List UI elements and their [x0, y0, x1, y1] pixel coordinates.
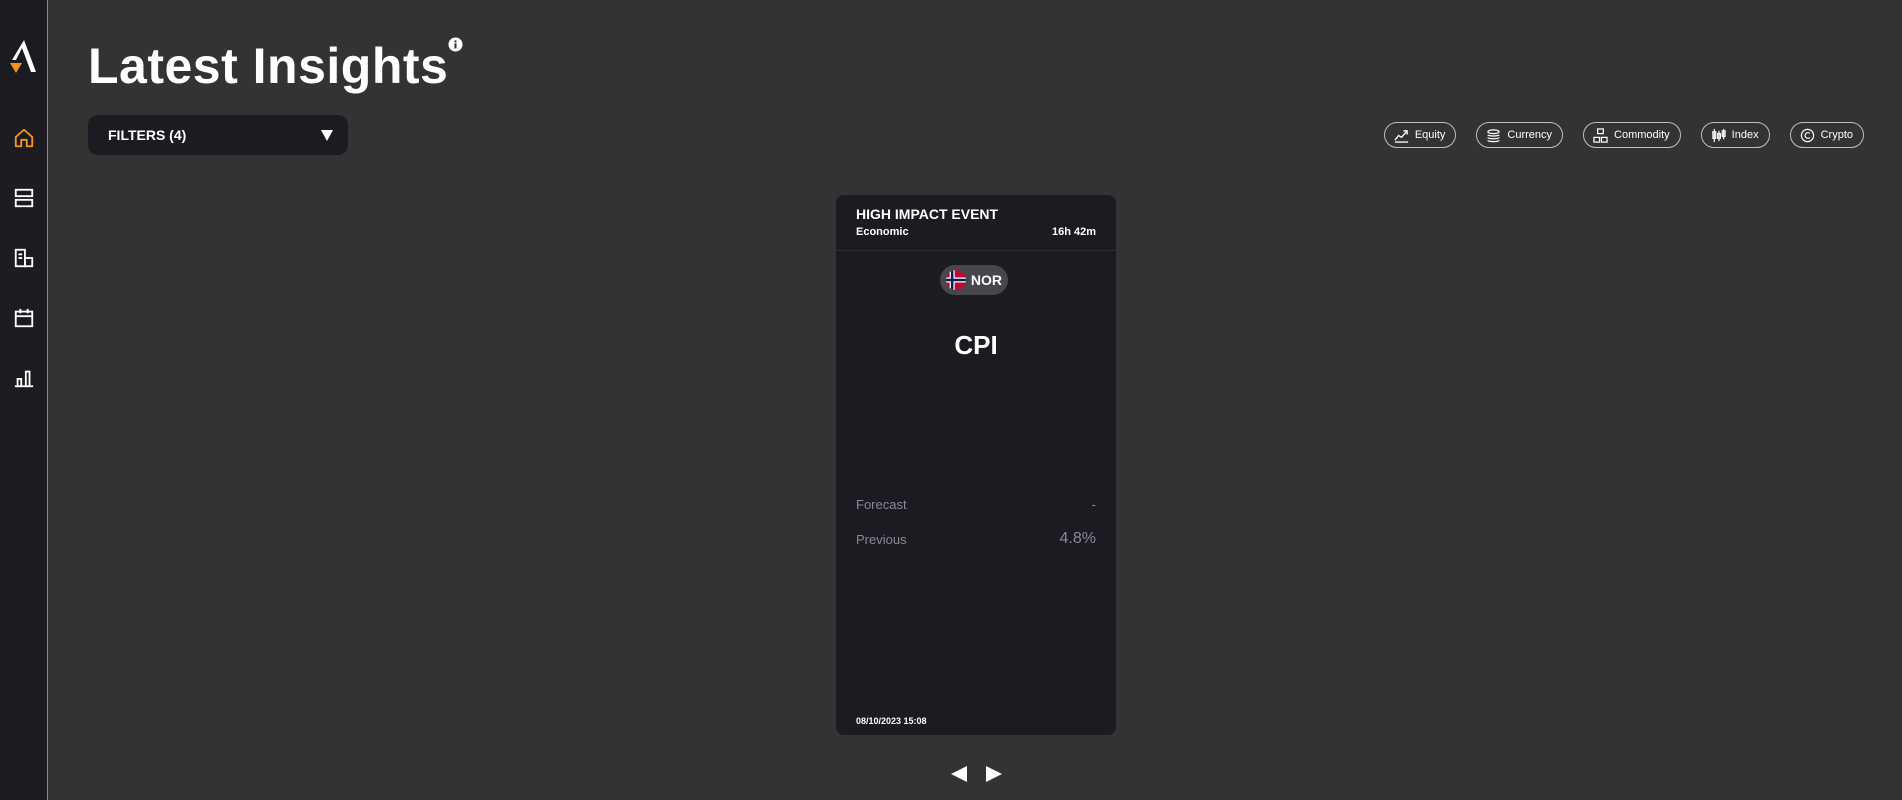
prev-arrow-icon[interactable]: [950, 764, 968, 784]
next-arrow-icon[interactable]: [985, 764, 1003, 784]
sidebar-item-home[interactable]: [12, 126, 36, 150]
chip-label: Crypto: [1820, 129, 1853, 141]
forecast-value: -: [1091, 497, 1096, 512]
event-category: Economic: [856, 226, 909, 238]
page-title: Latest Insights: [88, 38, 449, 94]
chip-label: Commodity: [1614, 129, 1670, 141]
country-badge: NOR: [940, 265, 1008, 295]
country-code: NOR: [970, 272, 1002, 288]
card-date: 08/10/2023 15:08: [856, 716, 927, 726]
filters-label: FILTERS (4): [108, 127, 187, 143]
chip-label: Equity: [1414, 129, 1446, 141]
sidebar-item-calendar[interactable]: [12, 306, 36, 330]
sidebar-item-reports[interactable]: [12, 246, 36, 270]
norway-flag-icon: [946, 270, 966, 290]
event-title: HIGH IMPACT EVENT: [856, 206, 999, 222]
caret-down-icon: [321, 130, 333, 141]
previous-value: 4.8%: [1059, 530, 1096, 547]
chip-equity[interactable]: Equity: [1383, 122, 1457, 148]
event-countdown: 16h 42m: [1051, 226, 1096, 238]
filters-dropdown[interactable]: FILTERS (4): [88, 115, 348, 155]
chip-commodity[interactable]: Commodity: [1583, 122, 1681, 148]
chip-crypto[interactable]: Crypto: [1789, 122, 1864, 148]
logo: [10, 40, 36, 73]
sidebar-item-feed[interactable]: [12, 186, 36, 210]
chip-index[interactable]: Index: [1700, 122, 1770, 148]
sidebar: [0, 0, 48, 800]
bar-chart-icon: [14, 370, 34, 388]
main-content: Latest Insights FILTERS (4) Equity Curre…: [48, 0, 1902, 800]
asset-filter-chips: Equity Currency Commodity Index Crypto: [1383, 122, 1864, 148]
card-header: HIGH IMPACT EVENT Economic 16h 42m: [836, 195, 1116, 251]
chip-label: Index: [1731, 129, 1759, 141]
home-icon: [14, 128, 34, 148]
indicator-name: CPI: [954, 330, 998, 360]
sidebar-item-analytics[interactable]: [12, 366, 36, 390]
chip-label: Currency: [1507, 129, 1553, 141]
info-icon[interactable]: [448, 37, 463, 52]
chip-currency[interactable]: Currency: [1476, 122, 1564, 148]
insight-card[interactable]: HIGH IMPACT EVENT Economic 16h 42m NOR C…: [836, 195, 1116, 735]
document-icon: [14, 248, 34, 268]
equity-icon: [1394, 129, 1408, 143]
currency-icon: [1487, 128, 1501, 142]
crypto-icon: [1800, 128, 1814, 142]
index-icon: [1711, 128, 1726, 142]
commodity-icon: [1593, 127, 1608, 143]
previous-label: Previous: [856, 532, 907, 547]
forecast-label: Forecast: [856, 497, 907, 512]
calendar-icon: [14, 308, 34, 328]
layers-icon: [14, 188, 34, 208]
